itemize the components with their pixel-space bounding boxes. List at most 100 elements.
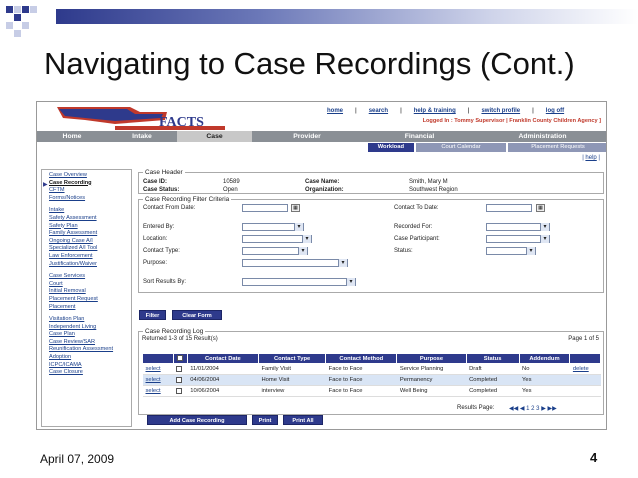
print-all-button[interactable]: Print All	[283, 415, 323, 425]
sidebar-item-justification-waiver[interactable]: Justification/Waiver	[49, 261, 129, 269]
case-recording-log: Case Recording Log Returned 1-3 of 15 Re…	[138, 328, 604, 415]
filter-legend: Case Recording Filter Criteria	[145, 196, 230, 203]
sidebar-item-icpc-icama[interactable]: ICPC/ICAMA	[49, 362, 129, 370]
results-count: Returned 1-3 of 15 Result(s)	[142, 336, 218, 342]
contact-type-label: Contact Type:	[143, 248, 180, 254]
tab-financial[interactable]: Financial	[362, 131, 477, 142]
sidebar-item-placement-request[interactable]: Placement Request	[49, 296, 129, 304]
col-header-contact-type: Contact Type	[257, 353, 327, 364]
status-label: Status:	[394, 248, 413, 254]
add-case-recording-button[interactable]: Add Case Recording	[147, 415, 247, 425]
case-participant-label: Case Participant:	[394, 236, 440, 242]
sidebar-item-cftm[interactable]: CFTM	[49, 187, 129, 195]
clear-form-button[interactable]: Clear Form	[172, 310, 222, 320]
tab-court-calendar[interactable]: Court Calendar	[416, 143, 506, 152]
sidebar-item-reunification-assessment[interactable]: Reunification Assessment	[49, 346, 129, 354]
delete-cell	[569, 385, 601, 397]
col-header-delete	[569, 353, 601, 364]
log-off-link[interactable]: log off	[546, 108, 564, 114]
row-checkbox[interactable]	[176, 387, 183, 394]
sidebar-item-adoption[interactable]: Adoption	[49, 354, 129, 362]
contact-type-select[interactable]	[242, 247, 308, 255]
tab-administration[interactable]: Administration	[477, 131, 606, 142]
sidebar-item-ongoing-case-ai[interactable]: Ongoing Case A/I	[49, 238, 129, 246]
table-row: select 04/06/2004 Home Visit Face to Fac…	[142, 374, 601, 386]
calendar-icon[interactable]: ▦	[536, 204, 545, 212]
contact-type-cell: Home Visit	[258, 374, 326, 386]
sidebar-item-law-enforcement[interactable]: Law Enforcement	[49, 253, 129, 261]
col-header-purpose: Purpose	[396, 353, 467, 364]
main-nav: Home Intake Case Provider Financial Admi…	[37, 131, 606, 142]
case-name-label: Case Name:	[305, 179, 340, 185]
sidebar-item-placement[interactable]: Placement	[49, 304, 129, 312]
tab-provider[interactable]: Provider	[252, 131, 362, 142]
purpose-label: Purpose:	[143, 260, 168, 266]
sidebar-item-independent-living[interactable]: Independent Living	[49, 324, 129, 332]
switch-profile-link[interactable]: switch profile	[481, 108, 520, 114]
home-link[interactable]: home	[327, 108, 343, 114]
case-id-value: 10589	[223, 179, 240, 185]
row-checkbox[interactable]	[176, 376, 183, 383]
status-select[interactable]	[486, 247, 536, 255]
tab-intake[interactable]: Intake	[107, 131, 177, 142]
organization-value: Southwest Region	[409, 187, 458, 193]
filter-button[interactable]: Filter	[139, 310, 166, 320]
delete-link[interactable]: delete	[573, 366, 589, 372]
purpose-select[interactable]	[242, 259, 348, 267]
help-training-link[interactable]: help & training	[414, 108, 456, 114]
entered-by-select[interactable]	[242, 223, 304, 231]
pager[interactable]: ◀◀ ◀ 1 2 3 ▶ ▶▶	[509, 405, 557, 412]
row-checkbox[interactable]	[176, 365, 183, 372]
sidebar-item-case-review-sar[interactable]: Case Review/SAR	[49, 339, 129, 347]
select-link[interactable]: select	[146, 388, 161, 394]
recorded-for-select[interactable]	[486, 223, 550, 231]
calendar-icon[interactable]: ▦	[291, 204, 300, 212]
help-link[interactable]: | help |	[582, 155, 600, 161]
logged-in-status: Logged In : Tommy Supervisor | Franklin …	[422, 118, 601, 124]
sidebar-item-case-services[interactable]: Case Services	[49, 273, 129, 281]
sidebar-item-intake[interactable]: Intake	[49, 207, 129, 215]
table-row: select 11/01/2004 Family Visit Face to F…	[142, 363, 601, 375]
sidebar-item-case-recording[interactable]: Case Recording	[49, 180, 129, 188]
tab-workload[interactable]: Workload	[367, 143, 414, 152]
case-participant-select[interactable]	[486, 235, 550, 243]
decor-square	[6, 6, 13, 13]
sidebar-item-safety-assessment[interactable]: Safety Assessment	[49, 215, 129, 223]
sidebar-item-case-overview[interactable]: Case Overview	[49, 172, 129, 180]
delete-cell	[569, 374, 601, 386]
table-header-row: Contact Date Contact Type Contact Method…	[142, 353, 601, 364]
sidebar-item-specialized-ai-tool[interactable]: Specialized A/I Tool	[49, 245, 129, 253]
col-header-select	[142, 353, 174, 364]
sidebar-item-forms-notices[interactable]: Forms/Notices	[49, 195, 129, 203]
status-cell: Completed	[466, 385, 520, 397]
location-select[interactable]	[242, 235, 312, 243]
select-link[interactable]: select	[146, 377, 161, 383]
tab-case[interactable]: Case	[177, 131, 252, 142]
status-cell: Draft	[466, 363, 520, 375]
col-header-checkbox[interactable]	[172, 353, 188, 364]
select-link[interactable]: select	[146, 366, 161, 372]
tab-home[interactable]: Home	[37, 131, 107, 142]
sort-by-select[interactable]	[242, 278, 356, 286]
sidebar-item-case-closure[interactable]: Case Closure	[49, 369, 129, 377]
title-accent-bar	[56, 9, 638, 24]
sidebar-item-case-plan[interactable]: Case Plan	[49, 331, 129, 339]
case-name-value: Smith, Mary M	[409, 179, 448, 185]
case-status-value: Open	[223, 187, 238, 193]
tab-placement-requests[interactable]: Placement Requests	[508, 143, 606, 152]
contact-type-cell: Family Visit	[258, 363, 326, 375]
sidebar-item-initial-removal[interactable]: Initial Removal	[49, 288, 129, 296]
sidebar-item-family-assessment[interactable]: Family Assessment	[49, 230, 129, 238]
contact-date-cell: 04/06/2004	[187, 374, 259, 386]
organization-label: Organization:	[305, 187, 344, 193]
results-page-label: Results Page:	[457, 405, 495, 411]
search-link[interactable]: search	[369, 108, 388, 114]
print-button[interactable]: Print	[252, 415, 278, 425]
case-header-legend: Case Header	[145, 169, 183, 176]
contact-from-input[interactable]	[242, 204, 288, 212]
sidebar-item-visitation-plan[interactable]: Visitation Plan	[49, 316, 129, 324]
contact-to-input[interactable]	[486, 204, 532, 212]
sidebar-item-court[interactable]: Court	[49, 281, 129, 289]
select-all-checkbox[interactable]	[177, 355, 184, 362]
sidebar-item-safety-plan[interactable]: Safety Plan	[49, 223, 129, 231]
